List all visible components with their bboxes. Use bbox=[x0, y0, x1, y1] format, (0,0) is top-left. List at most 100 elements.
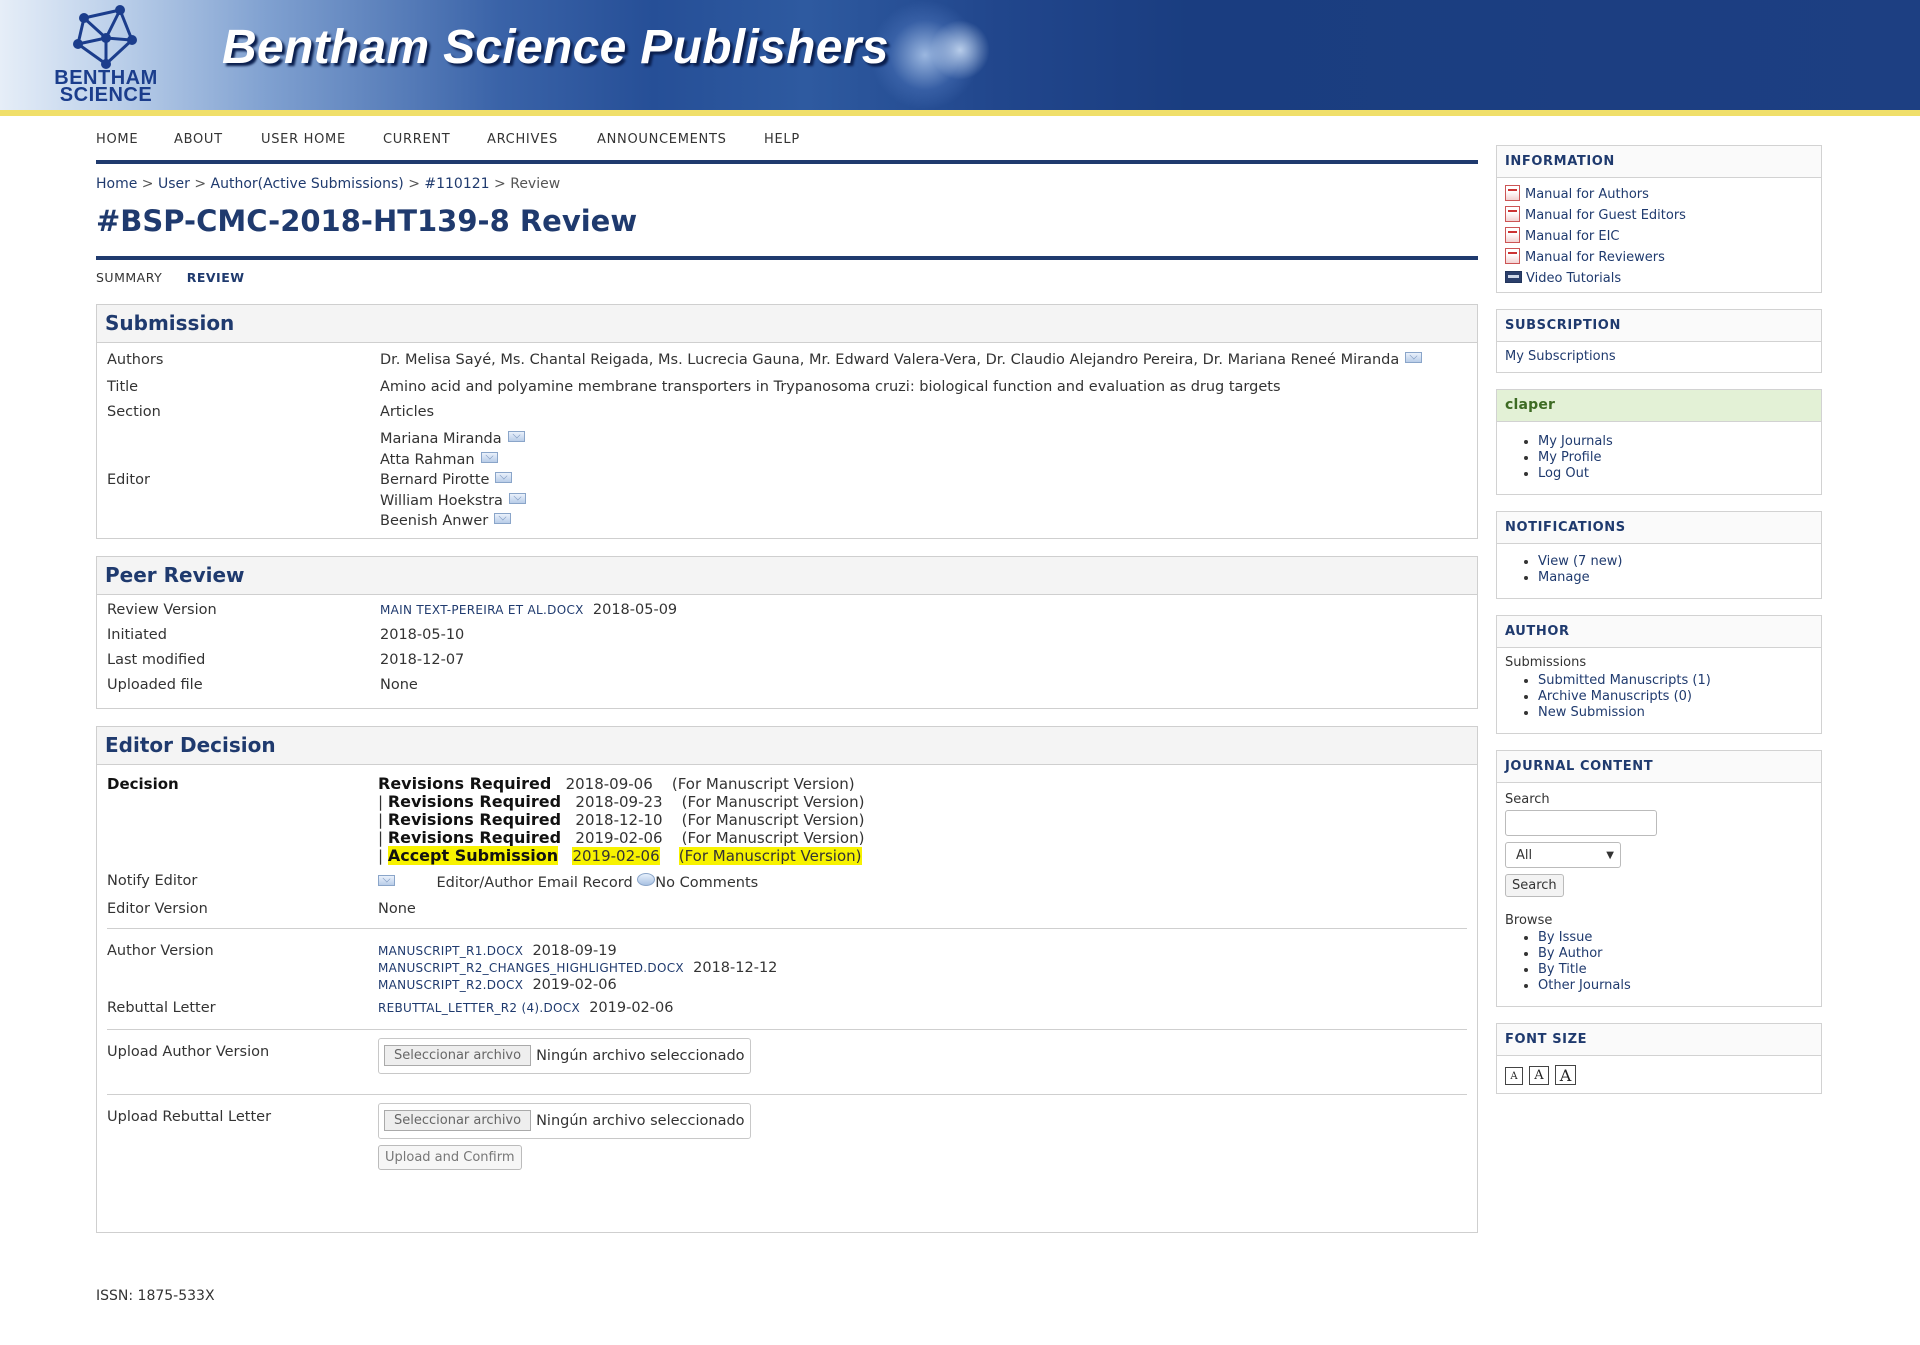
authors-value: Dr. Melisa Sayé, Ms. Chantal Reigada, Ms… bbox=[380, 352, 1400, 368]
browse-by-author-link[interactable]: By Author bbox=[1538, 946, 1603, 961]
decision-label-text: Revisions Required bbox=[387, 827, 562, 847]
manual-eic-link[interactable]: Manual for EIC bbox=[1525, 229, 1620, 244]
author-file-link[interactable]: MANUSCRIPT_R1.DOCX bbox=[378, 944, 523, 958]
email-editor-icon[interactable] bbox=[495, 472, 513, 483]
manual-guest-editors-link[interactable]: Manual for Guest Editors bbox=[1525, 208, 1686, 223]
decision-item: | Revisions Required 2018-12-10 (For Man… bbox=[378, 809, 865, 829]
email-record-link[interactable]: Editor/Author Email Record bbox=[436, 875, 632, 891]
uploaded-file-label: Uploaded file bbox=[107, 676, 203, 693]
manual-authors-link[interactable]: Manual for Authors bbox=[1525, 187, 1649, 202]
upload-and-confirm-button[interactable]: Upload and Confirm bbox=[378, 1144, 522, 1170]
nav-help[interactable]: HELP bbox=[764, 132, 800, 147]
upload-confirm-row: Upload and Confirm bbox=[107, 1144, 1467, 1170]
decision-note: (For Manuscript Version) bbox=[678, 846, 862, 865]
notify-editor-mail-icon[interactable] bbox=[378, 874, 395, 886]
pdf-icon bbox=[1505, 185, 1520, 201]
decision-item: Revisions Required 2018-09-06 (For Manus… bbox=[378, 774, 1467, 793]
review-file-link[interactable]: MAIN TEXT-PEREIRA ET AL.DOCX bbox=[380, 603, 584, 617]
tab-review[interactable]: REVIEW bbox=[187, 270, 245, 285]
my-journals-link[interactable]: My Journals bbox=[1538, 434, 1613, 449]
view-notifications-link[interactable]: View (7 new) bbox=[1538, 554, 1622, 569]
decision-note: (For Manuscript Version) bbox=[681, 810, 865, 829]
submitted-manuscripts-link[interactable]: Submitted Manuscripts (1) bbox=[1538, 673, 1711, 688]
archive-manuscripts-link[interactable]: Archive Manuscripts (0) bbox=[1538, 689, 1692, 704]
author-file-input[interactable]: Seleccionar archivo Ningún archivo selecc… bbox=[378, 1037, 751, 1074]
author-version-label: Author Version bbox=[107, 942, 214, 959]
notify-editor-label: Notify Editor bbox=[107, 872, 198, 889]
choose-file-button[interactable]: Seleccionar archivo bbox=[384, 1045, 532, 1066]
rebuttal-file-date: 2019-02-06 bbox=[589, 999, 674, 1016]
author-file-item: MANUSCRIPT_R2_CHANGES_HIGHLIGHTED.DOCX 2… bbox=[378, 960, 1467, 977]
editor-name: Atta Rahman bbox=[380, 451, 475, 468]
editor-item: Mariana Miranda bbox=[380, 429, 1467, 450]
font-size-medium-button[interactable]: A bbox=[1529, 1066, 1549, 1085]
search-button[interactable]: Search bbox=[1505, 874, 1564, 897]
decision-date: 2019-02-06 bbox=[572, 846, 660, 865]
email-authors-icon[interactable] bbox=[1405, 352, 1423, 363]
video-tutorials-link[interactable]: Video Tutorials bbox=[1526, 271, 1621, 286]
font-size-large-button[interactable]: A bbox=[1555, 1065, 1576, 1085]
email-editor-icon[interactable] bbox=[508, 492, 526, 504]
breadcrumb-author[interactable]: Author(Active Submissions) bbox=[211, 176, 404, 192]
section-heading: Editor Decision bbox=[97, 726, 1477, 765]
nav-archives[interactable]: ARCHIVES bbox=[487, 132, 558, 147]
my-subscriptions-link[interactable]: My Subscriptions bbox=[1505, 349, 1616, 364]
nav-home[interactable]: HOME bbox=[96, 132, 138, 147]
editor-name: Beenish Anwer bbox=[380, 513, 489, 529]
browse-by-title-link[interactable]: By Title bbox=[1538, 962, 1587, 977]
manage-notifications-link[interactable]: Manage bbox=[1538, 570, 1590, 585]
rebuttal-letter-label: Rebuttal Letter bbox=[107, 999, 216, 1016]
font-size-small-button[interactable]: A bbox=[1505, 1067, 1523, 1085]
author-file-link[interactable]: MANUSCRIPT_R2.DOCX bbox=[378, 978, 523, 992]
initiated-value: 2018-05-10 bbox=[380, 626, 465, 643]
editor-name: William Hoekstra bbox=[380, 492, 503, 509]
email-editor-icon[interactable] bbox=[494, 513, 512, 524]
search-label: Search bbox=[1505, 792, 1550, 807]
nav-user-home[interactable]: USER HOME bbox=[261, 132, 346, 147]
decision-item-accepted: | Accept Submission 2019-02-06 (For Manu… bbox=[378, 845, 862, 865]
email-editor-icon[interactable] bbox=[507, 431, 525, 442]
font-size-block: FONT SIZE AAA bbox=[1496, 1023, 1822, 1094]
no-file-text: Ningún archivo seleccionado bbox=[536, 1112, 745, 1129]
decision-date: 2018-09-06 bbox=[565, 774, 653, 793]
manual-reviewers-link[interactable]: Manual for Reviewers bbox=[1525, 250, 1665, 265]
upload-rebuttal-row: Upload Rebuttal Letter Seleccionar archi… bbox=[107, 1102, 1467, 1145]
breadcrumb-home[interactable]: Home bbox=[96, 176, 137, 192]
no-file-text: Ningún archivo seleccionado bbox=[536, 1047, 745, 1064]
decision-date: 2019-02-06 bbox=[575, 828, 663, 847]
editor-item: Bernard Pirotte bbox=[380, 470, 1467, 491]
choose-file-button[interactable]: Seleccionar archivo bbox=[384, 1110, 532, 1131]
my-profile-link[interactable]: My Profile bbox=[1538, 450, 1601, 465]
chevron-down-icon: ▼ bbox=[1606, 849, 1614, 861]
site-banner: BENTHAM SCIENCE Bentham Science Publishe… bbox=[0, 0, 1920, 116]
tab-summary[interactable]: SUMMARY bbox=[96, 270, 162, 285]
nav-announcements[interactable]: ANNOUNCEMENTS bbox=[597, 132, 727, 147]
rebuttal-file-input[interactable]: Seleccionar archivo Ningún archivo selecc… bbox=[378, 1102, 751, 1139]
browse-by-issue-link[interactable]: By Issue bbox=[1538, 930, 1592, 945]
email-editor-icon[interactable] bbox=[480, 451, 498, 463]
log-out-link[interactable]: Log Out bbox=[1538, 466, 1589, 481]
authors-row: Authors Dr. Melisa Sayé, Ms. Chantal Rei… bbox=[107, 352, 1467, 379]
submission-tabs: SUMMARY REVIEW bbox=[96, 270, 1478, 290]
logo-line2: SCIENCE bbox=[59, 84, 153, 106]
nav-current[interactable]: CURRENT bbox=[383, 132, 450, 147]
nav-about[interactable]: ABOUT bbox=[174, 132, 223, 147]
author-file-link[interactable]: MANUSCRIPT_R2_CHANGES_HIGHLIGHTED.DOCX bbox=[378, 961, 684, 975]
new-submission-link[interactable]: New Submission bbox=[1538, 705, 1645, 720]
other-journals-link[interactable]: Other Journals bbox=[1538, 978, 1631, 993]
page-title: #BSP-CMC-2018-HT139-8 Review bbox=[96, 204, 1478, 260]
breadcrumb-user[interactable]: User bbox=[158, 176, 190, 192]
decision-label-text: Accept Submission bbox=[387, 845, 559, 865]
last-modified-row: Last modified 2018-12-07 bbox=[107, 652, 1467, 677]
comment-icon[interactable] bbox=[637, 872, 656, 886]
search-input[interactable] bbox=[1505, 810, 1657, 836]
section-heading: Submission bbox=[97, 305, 1477, 343]
publisher-title: Bentham Science Publishers bbox=[222, 21, 889, 74]
breadcrumb-submission-id[interactable]: #110121 bbox=[424, 176, 489, 192]
block-heading: FONT SIZE bbox=[1497, 1024, 1821, 1056]
upload-author-row: Upload Author Version Seleccionar archiv… bbox=[107, 1037, 1467, 1094]
review-file-date: 2018-05-09 bbox=[592, 601, 678, 618]
search-scope-select[interactable]: All ▼ bbox=[1505, 842, 1621, 868]
rebuttal-file-link[interactable]: REBUTTAL_LETTER_R2 (4).DOCX bbox=[378, 1001, 580, 1015]
divider bbox=[107, 1028, 1467, 1030]
